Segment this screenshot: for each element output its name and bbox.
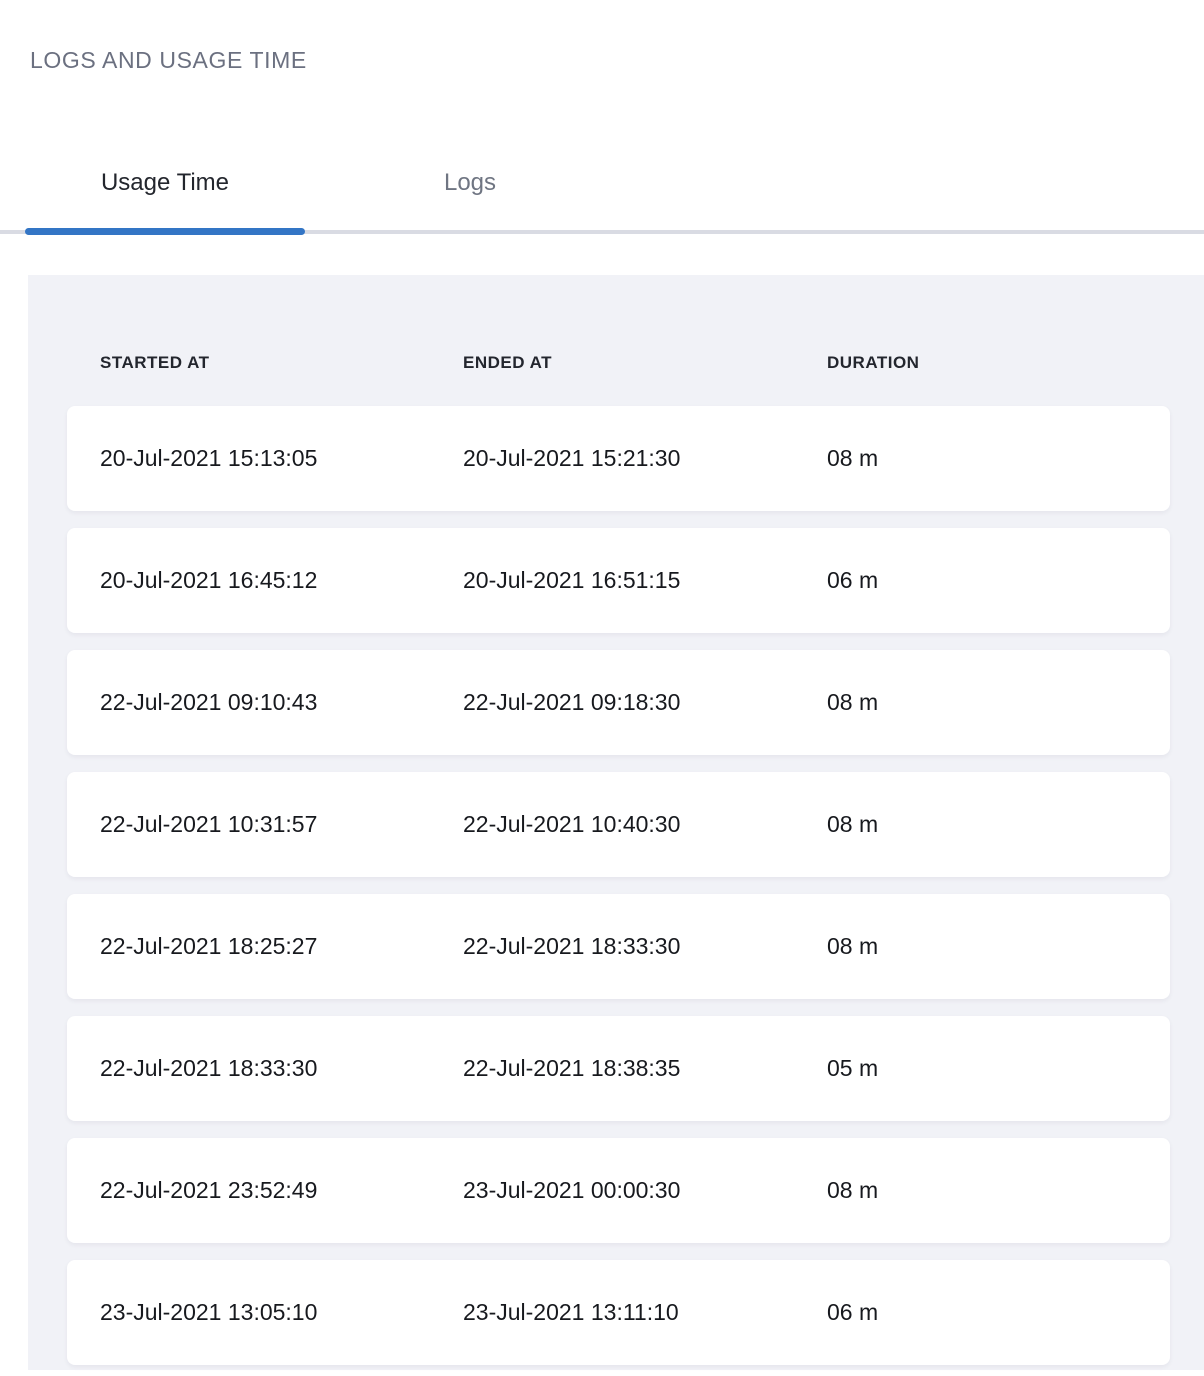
- started-at-cell: 22-Jul-2021 23:52:49: [100, 1177, 463, 1204]
- table-row[interactable]: 22-Jul-2021 09:10:43 22-Jul-2021 09:18:3…: [67, 650, 1170, 755]
- page-title: LOGS AND USAGE TIME: [30, 47, 1204, 74]
- ended-at-cell: 20-Jul-2021 15:21:30: [463, 445, 827, 472]
- table-row[interactable]: 23-Jul-2021 13:05:10 23-Jul-2021 13:11:1…: [67, 1260, 1170, 1365]
- column-header-ended-at: ENDED AT: [463, 353, 827, 373]
- started-at-cell: 20-Jul-2021 16:45:12: [100, 567, 463, 594]
- usage-time-panel: STARTED AT ENDED AT DURATION 20-Jul-2021…: [28, 275, 1204, 1370]
- ended-at-cell: 22-Jul-2021 18:38:35: [463, 1055, 827, 1082]
- tab-bar: Usage Time Logs: [0, 162, 1204, 234]
- duration-cell: 08 m: [827, 1177, 1170, 1204]
- column-header-duration: DURATION: [827, 353, 1170, 373]
- ended-at-cell: 23-Jul-2021 00:00:30: [463, 1177, 827, 1204]
- table-row[interactable]: 22-Jul-2021 23:52:49 23-Jul-2021 00:00:3…: [67, 1138, 1170, 1243]
- ended-at-cell: 22-Jul-2021 18:33:30: [463, 933, 827, 960]
- duration-cell: 08 m: [827, 445, 1170, 472]
- table-row[interactable]: 22-Jul-2021 18:33:30 22-Jul-2021 18:38:3…: [67, 1016, 1170, 1121]
- table-row[interactable]: 22-Jul-2021 10:31:57 22-Jul-2021 10:40:3…: [67, 772, 1170, 877]
- duration-cell: 08 m: [827, 933, 1170, 960]
- duration-cell: 08 m: [827, 811, 1170, 838]
- table-header-row: STARTED AT ENDED AT DURATION: [67, 353, 1170, 373]
- ended-at-cell: 20-Jul-2021 16:51:15: [463, 567, 827, 594]
- table-body: 20-Jul-2021 15:13:05 20-Jul-2021 15:21:3…: [28, 406, 1204, 1365]
- column-header-started-at: STARTED AT: [100, 353, 463, 373]
- duration-cell: 05 m: [827, 1055, 1170, 1082]
- table-row[interactable]: 20-Jul-2021 15:13:05 20-Jul-2021 15:21:3…: [67, 406, 1170, 511]
- table-row[interactable]: 22-Jul-2021 18:25:27 22-Jul-2021 18:33:3…: [67, 894, 1170, 999]
- started-at-cell: 20-Jul-2021 15:13:05: [100, 445, 463, 472]
- ended-at-cell: 22-Jul-2021 10:40:30: [463, 811, 827, 838]
- started-at-cell: 22-Jul-2021 18:33:30: [100, 1055, 463, 1082]
- table-row[interactable]: 20-Jul-2021 16:45:12 20-Jul-2021 16:51:1…: [67, 528, 1170, 633]
- ended-at-cell: 22-Jul-2021 09:18:30: [463, 689, 827, 716]
- ended-at-cell: 23-Jul-2021 13:11:10: [463, 1299, 827, 1326]
- started-at-cell: 22-Jul-2021 09:10:43: [100, 689, 463, 716]
- tab-usage-time[interactable]: Usage Time: [25, 162, 305, 230]
- duration-cell: 06 m: [827, 567, 1170, 594]
- started-at-cell: 22-Jul-2021 18:25:27: [100, 933, 463, 960]
- started-at-cell: 23-Jul-2021 13:05:10: [100, 1299, 463, 1326]
- duration-cell: 08 m: [827, 689, 1170, 716]
- tab-logs[interactable]: Logs: [330, 162, 610, 230]
- started-at-cell: 22-Jul-2021 10:31:57: [100, 811, 463, 838]
- duration-cell: 06 m: [827, 1299, 1170, 1326]
